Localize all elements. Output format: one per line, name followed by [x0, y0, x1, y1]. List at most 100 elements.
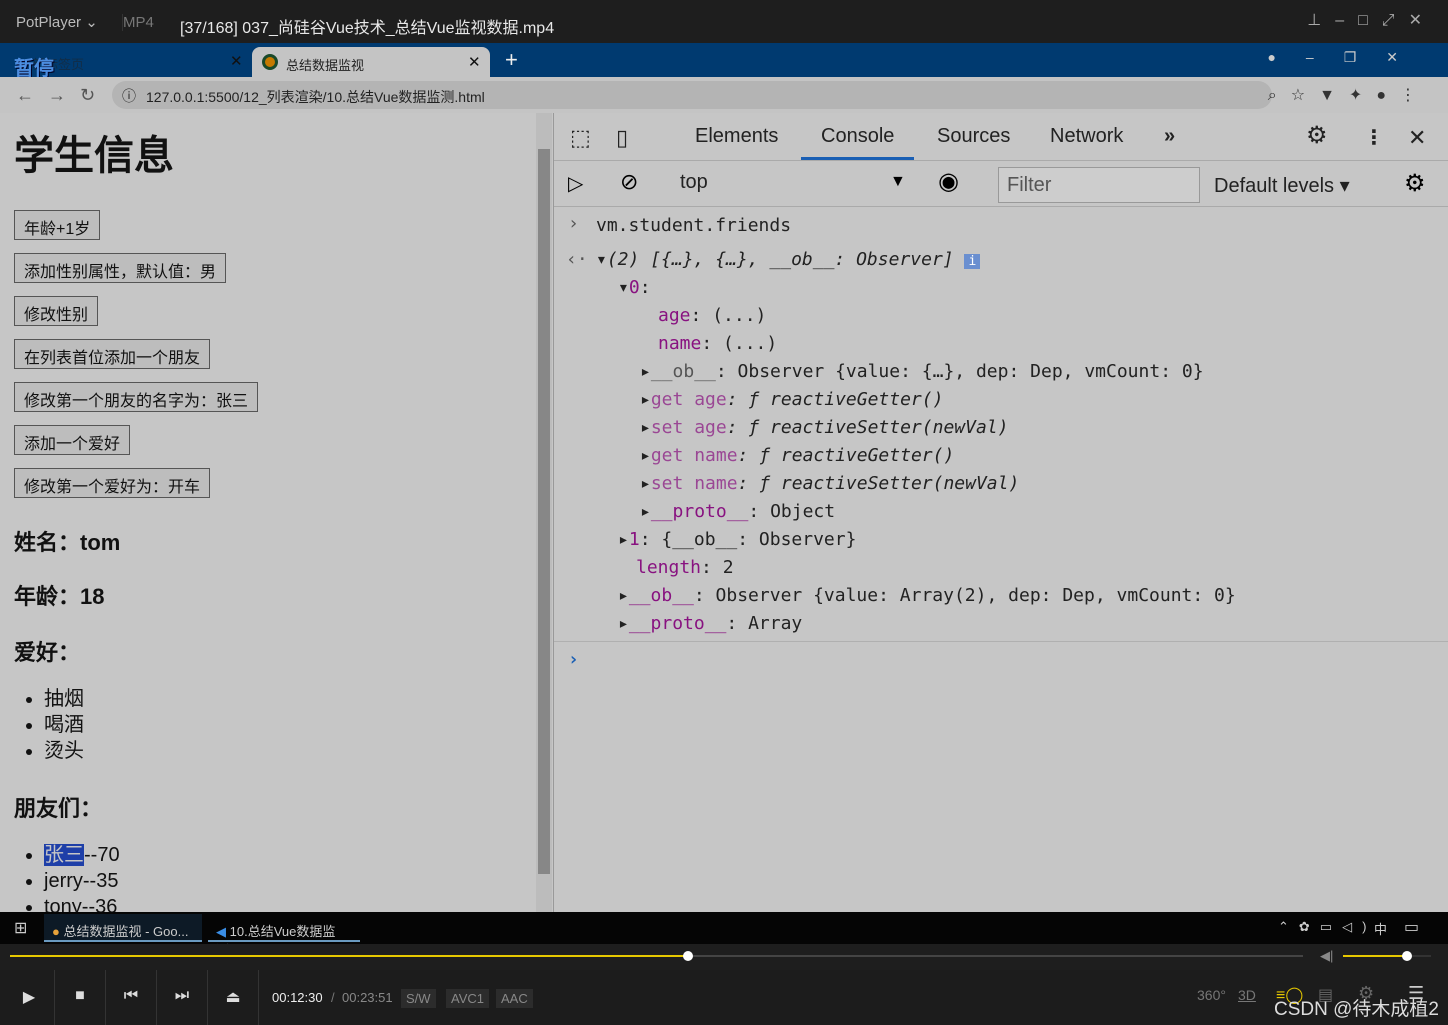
hobby-item: 抽烟: [44, 686, 84, 712]
time-total: 00:23:51: [342, 990, 393, 1005]
rename-friend-button[interactable]: 修改第一个朋友的名字为：张三: [14, 382, 259, 412]
seek-handle[interactable]: [682, 951, 693, 961]
web-page: 学生信息 年龄+1岁 添加性别属性，默认值：男 修改性别 在列表首位添加一个朋友…: [0, 113, 553, 912]
expand-toggle-icon[interactable]: ▸: [640, 501, 651, 522]
eject-icon[interactable]: ⏏: [208, 970, 259, 1025]
dropdown-icon[interactable]: ▼: [890, 173, 906, 191]
expand-toggle-icon[interactable]: ▾: [618, 277, 629, 298]
potplayer-menu[interactable]: PotPlayer ⌄: [16, 13, 98, 31]
ime-indicator[interactable]: 中: [1374, 919, 1387, 938]
expand-toggle-icon[interactable]: ▸: [640, 473, 651, 494]
expand-toggle-icon[interactable]: ▸: [618, 529, 629, 550]
console-tree-line[interactable]: ▸get age: ƒ reactiveGetter(): [640, 389, 943, 417]
console-tree-line: length: 2: [636, 557, 734, 585]
expand-toggle-icon[interactable]: ▸: [640, 389, 651, 410]
device-toggle-icon[interactable]: ▯: [616, 125, 628, 151]
array-summary[interactable]: ▾(2) [{…}, {…}, __ob__: Observer] i: [596, 249, 981, 277]
console-tree-line[interactable]: ▸__proto__: Object: [640, 501, 835, 529]
more-options-icon[interactable]: ⋮: [1364, 125, 1384, 150]
age-plus-button[interactable]: 年龄+1岁: [14, 210, 101, 240]
console-tree-line[interactable]: ▸__ob__: Observer {value: {…}, dep: Dep,…: [640, 361, 1204, 389]
tab-network[interactable]: Network: [1050, 125, 1123, 148]
console-tree-line[interactable]: ▸set name: ƒ reactiveSetter(newVal): [640, 473, 1019, 501]
devtools-panel: ⬚ ▯ Elements Console Sources Network » ⚙…: [553, 113, 1448, 912]
context-select[interactable]: top: [680, 171, 708, 194]
console-tree-line[interactable]: ▸__proto__: Array: [618, 613, 802, 641]
close-devtools-icon[interactable]: ✕: [1408, 125, 1426, 151]
console-prompt[interactable]: ›: [568, 649, 579, 677]
volume-fill: [1343, 955, 1408, 957]
play-icon[interactable]: ▶: [4, 970, 55, 1025]
settings-gear-icon[interactable]: ⚙: [1306, 121, 1328, 150]
add-gender-button[interactable]: 添加性别属性，默认值：男: [14, 253, 227, 283]
player-controls: ▶ ■ ⏮ ⏭ ⏏ 00:12:30 / 00:23:51 S/W AVC1 A…: [0, 970, 1448, 1025]
console-tree-line[interactable]: ▸set age: ƒ reactiveSetter(newVal): [640, 417, 1008, 445]
new-tab-icon[interactable]: +: [505, 47, 518, 73]
badge-avc1[interactable]: AVC1: [446, 989, 489, 1008]
windows-taskbar: ⊞ ● 总结数据监视 - Goo... ◀ 10.总结Vue数据监测.... ⌃…: [0, 912, 1448, 958]
console-settings-icon[interactable]: ⚙: [1404, 169, 1426, 198]
taskbar-chrome[interactable]: ● 总结数据监视 - Goo...: [44, 914, 202, 942]
tab-sources[interactable]: Sources: [937, 125, 1010, 148]
tab-close-icon[interactable]: ✕: [468, 53, 481, 71]
friend-item: 张三--70: [44, 842, 120, 868]
vscode-icon: ◀: [216, 924, 226, 939]
nav-buttons[interactable]: ←→↻: [16, 85, 109, 106]
levels-select[interactable]: Default levels ▾: [1214, 173, 1350, 198]
tab-close-icon[interactable]: ✕: [230, 52, 243, 70]
system-tray-icons[interactable]: ⌃✿▭◁): [1278, 919, 1376, 935]
console-tree-line[interactable]: ▸__ob__: Observer {value: Array(2), dep:…: [618, 585, 1236, 613]
badge-sw[interactable]: S/W: [401, 989, 436, 1008]
tab-elements[interactable]: Elements: [695, 125, 778, 148]
page-scrollbar[interactable]: [536, 113, 552, 912]
info-icon[interactable]: ⓘ: [122, 86, 136, 106]
clear-console-icon[interactable]: ⊘: [620, 169, 638, 195]
window-controls[interactable]: ⊥–□⤢✕: [1307, 10, 1436, 30]
sidebar-toggle-icon[interactable]: ▷: [568, 171, 583, 196]
seek-bar[interactable]: ◀|: [0, 944, 1448, 970]
edit-hobby-button[interactable]: 修改第一个爱好为：开车: [14, 468, 211, 498]
console-input-echo: vm.student.friends: [596, 215, 792, 236]
volume-handle[interactable]: [1402, 951, 1413, 961]
eye-icon[interactable]: ◉: [938, 167, 959, 196]
taskbar-vscode[interactable]: ◀ 10.总结Vue数据监测....: [208, 914, 360, 958]
expand-toggle-icon[interactable]: ▸: [640, 417, 651, 438]
windows-start-icon[interactable]: ⊞: [14, 918, 27, 938]
console-tree-line: name: (...): [658, 333, 777, 361]
vr-360-icon[interactable]: 360°: [1197, 987, 1226, 1003]
url-input[interactable]: ⓘ 127.0.0.1:5500/12_列表渲染/10.总结Vue数据监测.ht…: [112, 81, 1272, 109]
seek-fill: [10, 955, 688, 957]
expand-toggle-icon[interactable]: ▸: [640, 361, 651, 382]
console-tree-line[interactable]: ▸1: {__ob__: Observer}: [618, 529, 856, 557]
add-hobby-button[interactable]: 添加一个爱好: [14, 425, 131, 455]
age-line: 年龄：18: [14, 584, 105, 609]
scrollbar-thumb[interactable]: [538, 149, 550, 874]
chrome-window-controls[interactable]: ●–❐✕: [1267, 49, 1428, 66]
hobby-item: 烫头: [44, 738, 84, 764]
edit-gender-button[interactable]: 修改性别: [14, 296, 99, 326]
toolbar-icons[interactable]: ⌕☆▼✦●⋮: [1268, 85, 1430, 105]
info-badge-icon[interactable]: i: [964, 254, 981, 269]
selected-text: 张三: [44, 844, 84, 866]
notification-icon[interactable]: ▭: [1404, 917, 1419, 937]
3d-icon[interactable]: 3D: [1238, 987, 1256, 1003]
console-tree-line[interactable]: ▸get name: ƒ reactiveGetter(): [640, 445, 954, 473]
next-icon[interactable]: ⏭: [157, 970, 208, 1025]
expand-toggle-icon[interactable]: ▸: [640, 445, 651, 466]
add-friend-button[interactable]: 在列表首位添加一个朋友: [14, 339, 211, 369]
expand-toggle-icon[interactable]: ▸: [618, 613, 629, 634]
expand-toggle-icon[interactable]: ▸: [618, 585, 629, 606]
stop-icon[interactable]: ■: [55, 970, 106, 1025]
inspect-icon[interactable]: ⬚: [570, 125, 591, 151]
console-tree-line[interactable]: ▾0:: [618, 277, 651, 305]
previous-icon[interactable]: ⏮: [106, 970, 157, 1025]
more-tabs-icon[interactable]: »: [1164, 125, 1175, 148]
friend-age: --70: [84, 844, 120, 866]
volume-icon[interactable]: ◀|: [1320, 948, 1333, 964]
tab-console[interactable]: Console: [801, 125, 915, 160]
tab-active[interactable]: 总结数据监视 ✕: [252, 47, 490, 77]
badge-aac[interactable]: AAC: [496, 989, 533, 1008]
property-key: get name: [650, 445, 738, 466]
property-value: : Array: [726, 613, 803, 634]
filter-input[interactable]: Filter: [998, 167, 1200, 203]
